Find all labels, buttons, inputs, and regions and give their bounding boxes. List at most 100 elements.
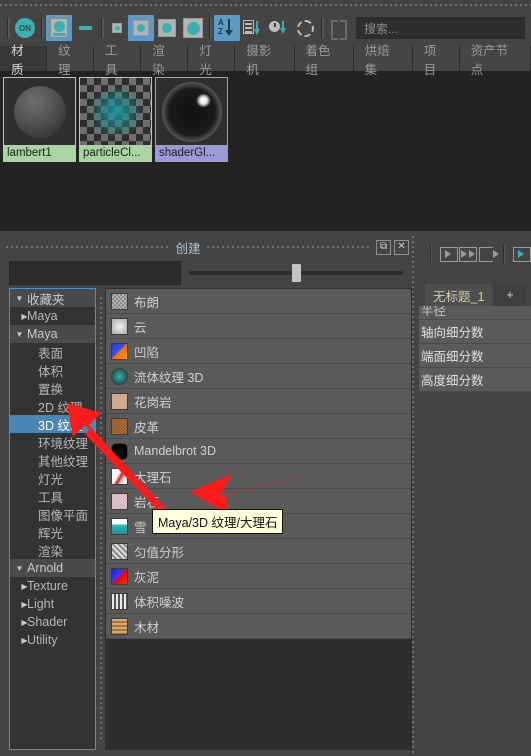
list-item-wood[interactable]: 木材 <box>106 614 411 639</box>
tree-item-glow[interactable]: 辉光 <box>10 523 95 541</box>
tab-materials[interactable]: 材质 <box>0 44 48 77</box>
attr-row-cap-subdivisions[interactable]: 端面细分数 <box>419 344 531 368</box>
tree-item-arnold-light[interactable]: ▶ Light <box>10 595 95 613</box>
both-connections-icon[interactable] <box>459 243 478 265</box>
attr-row-radius[interactable]: 半径 <box>419 306 531 320</box>
refresh-glyph <box>296 19 314 37</box>
right-panel-splitter[interactable] <box>412 236 414 756</box>
material-swatch-browser[interactable]: lambert1 particleCl... shaderGl... <box>0 71 531 231</box>
on-toggle-icon[interactable]: ON <box>12 15 38 41</box>
tree-item-rendering[interactable]: 渲染 <box>10 541 95 559</box>
list-item-dent[interactable]: 凹陷 <box>106 339 411 364</box>
swatch-particle-cloud[interactable]: particleCl... <box>79 77 152 162</box>
tree-item-2d-textures[interactable]: 2D 纹理 <box>10 397 95 415</box>
tree-item-label: 体积 <box>38 364 64 379</box>
graph-icon[interactable] <box>512 243 531 265</box>
add-tab-button[interactable]: + <box>494 284 526 306</box>
large-swatch-icon[interactable] <box>180 15 206 41</box>
tab-projects[interactable]: 项目 <box>412 44 460 77</box>
attribute-side-panel: 无标题_1 + 半径 轴向细分数 端面细分数 高度细分数 <box>412 236 531 756</box>
list-item-granite[interactable]: 花岗岩 <box>106 389 411 414</box>
tab-untitled-1[interactable]: 无标题_1 <box>425 284 493 306</box>
attr-row-height-subdivisions[interactable]: 高度细分数 <box>419 368 531 392</box>
list-item-mandelbrot-3d[interactable]: Mandelbrot 3D <box>106 439 411 464</box>
solid-fractal-icon <box>111 542 128 560</box>
medium-swatch-icon[interactable] <box>154 15 180 41</box>
chevron-right-icon[interactable]: ▶ <box>12 600 27 609</box>
attr-row-axis-subdivisions[interactable]: 轴向细分数 <box>419 320 531 344</box>
list-item-brownian[interactable]: 布朗 <box>106 289 411 314</box>
sort-generate-icon[interactable] <box>240 15 266 41</box>
tree-item-arnold-utility[interactable]: ▶ Utility <box>10 631 95 649</box>
tab-label: 烘焙集 <box>364 43 390 77</box>
tree-item-label: 置换 <box>38 382 64 397</box>
tree-item-volumetric[interactable]: 体积 <box>10 361 95 379</box>
tree-item-label: Utility <box>27 633 58 647</box>
sort-alpha-icon[interactable]: AZ <box>214 15 240 41</box>
attribute-rows[interactable]: 半径 轴向细分数 端面细分数 高度细分数 <box>419 306 531 392</box>
node-category-tree[interactable]: ▼ 收藏夹 ▶ Maya ▼ Maya 表面 体积 置换 2D 纹理 3D 纹理 环境… <box>9 288 96 750</box>
tree-item-arnold[interactable]: ▼ Arnold <box>10 559 95 577</box>
small-swatch-icon[interactable] <box>128 15 154 41</box>
tab-lights[interactable]: 灯光 <box>188 44 236 77</box>
tree-item-arnold-texture[interactable]: ▶ Texture <box>10 577 95 595</box>
close-icon[interactable]: ✕ <box>394 239 410 255</box>
chevron-right-icon[interactable]: ▶ <box>12 618 27 627</box>
tree-item-surface[interactable]: 表面 <box>10 343 95 361</box>
chevron-down-icon[interactable]: ▼ <box>12 330 27 339</box>
list-item-stucco[interactable]: 灰泥 <box>106 564 411 589</box>
list-item-fluid-texture-3d[interactable]: 流体纹理 3D <box>106 364 411 389</box>
chevron-right-icon[interactable]: ▶ <box>12 312 27 321</box>
sort-time-icon[interactable] <box>266 15 292 41</box>
tab-cameras[interactable]: 摄影机 <box>235 44 295 77</box>
brownian-texture-icon <box>111 292 128 310</box>
on-toggle-label: ON <box>15 18 35 38</box>
list-item-volume-noise[interactable]: 体积噪波 <box>106 589 411 614</box>
tiny-swatch-icon[interactable] <box>106 15 128 41</box>
chevron-down-icon[interactable]: ▼ <box>12 564 27 573</box>
list-item-cloud[interactable]: 云 <box>106 314 411 339</box>
tree-item-utilities[interactable]: 工具 <box>10 487 95 505</box>
tab-asset-nodes[interactable]: 资产节点 <box>459 44 531 77</box>
fit-brackets-icon[interactable] <box>326 15 352 41</box>
marble-texture-icon <box>111 467 128 485</box>
create-filter-input[interactable] <box>9 261 181 285</box>
toolbar-separator <box>423 243 439 265</box>
restore-window-icon[interactable]: ⧉ <box>376 239 392 255</box>
tab-utilities[interactable]: 工具 <box>94 44 142 77</box>
tab-bake-sets[interactable]: 烘焙集 <box>353 44 413 77</box>
panel-drag-handle[interactable] <box>0 0 531 10</box>
tree-item-env-textures[interactable]: 环境纹理 <box>10 433 95 451</box>
tree-item-image-planes[interactable]: 图像平面 <box>10 505 95 523</box>
tree-item-other-textures[interactable]: 其他纹理 <box>10 451 95 469</box>
list-item-solid-fractal[interactable]: 匀值分形 <box>106 539 411 564</box>
chevron-right-icon[interactable]: ▶ <box>12 636 27 645</box>
search-input[interactable]: 搜索... <box>356 17 525 39</box>
tree-item-lights[interactable]: 灯光 <box>10 469 95 487</box>
tab-textures[interactable]: 纹理 <box>47 44 95 77</box>
icon-size-slider[interactable] <box>189 263 403 283</box>
toolbar-separator <box>206 17 214 39</box>
tree-item-displacement[interactable]: 置换 <box>10 379 95 397</box>
input-connection-icon[interactable] <box>440 243 459 265</box>
tree-item-favorites[interactable]: ▼ 收藏夹 <box>10 289 95 307</box>
dash-icon[interactable] <box>72 15 98 41</box>
output-connection-icon[interactable] <box>478 243 500 265</box>
tab-shading-groups[interactable]: 着色组 <box>294 44 354 77</box>
tree-item-maya[interactable]: ▼ Maya <box>10 325 95 343</box>
tree-item-3d-textures[interactable]: 3D 纹理 <box>10 415 95 433</box>
list-item-leather[interactable]: 皮革 <box>106 414 411 439</box>
chevron-down-icon[interactable]: ▼ <box>12 294 27 303</box>
tab-rendering[interactable]: 渲染 <box>141 44 189 77</box>
refresh-icon[interactable] <box>292 15 318 41</box>
swatch-lambert1[interactable]: lambert1 <box>3 77 76 162</box>
tree-item-favorites-maya[interactable]: ▶ Maya <box>10 307 95 325</box>
tree-item-arnold-shader[interactable]: ▶ Shader <box>10 613 95 631</box>
list-item-marble[interactable]: 大理石 <box>106 464 411 489</box>
slider-knob[interactable] <box>291 264 301 282</box>
swatch-shader-glow[interactable]: shaderGl... <box>155 77 228 162</box>
swatch-with-label-icon[interactable] <box>46 15 72 41</box>
chevron-right-icon[interactable]: ▶ <box>12 582 27 591</box>
panel-splitter[interactable] <box>96 288 105 750</box>
tree-item-label: 3D 纹理 <box>38 418 83 433</box>
